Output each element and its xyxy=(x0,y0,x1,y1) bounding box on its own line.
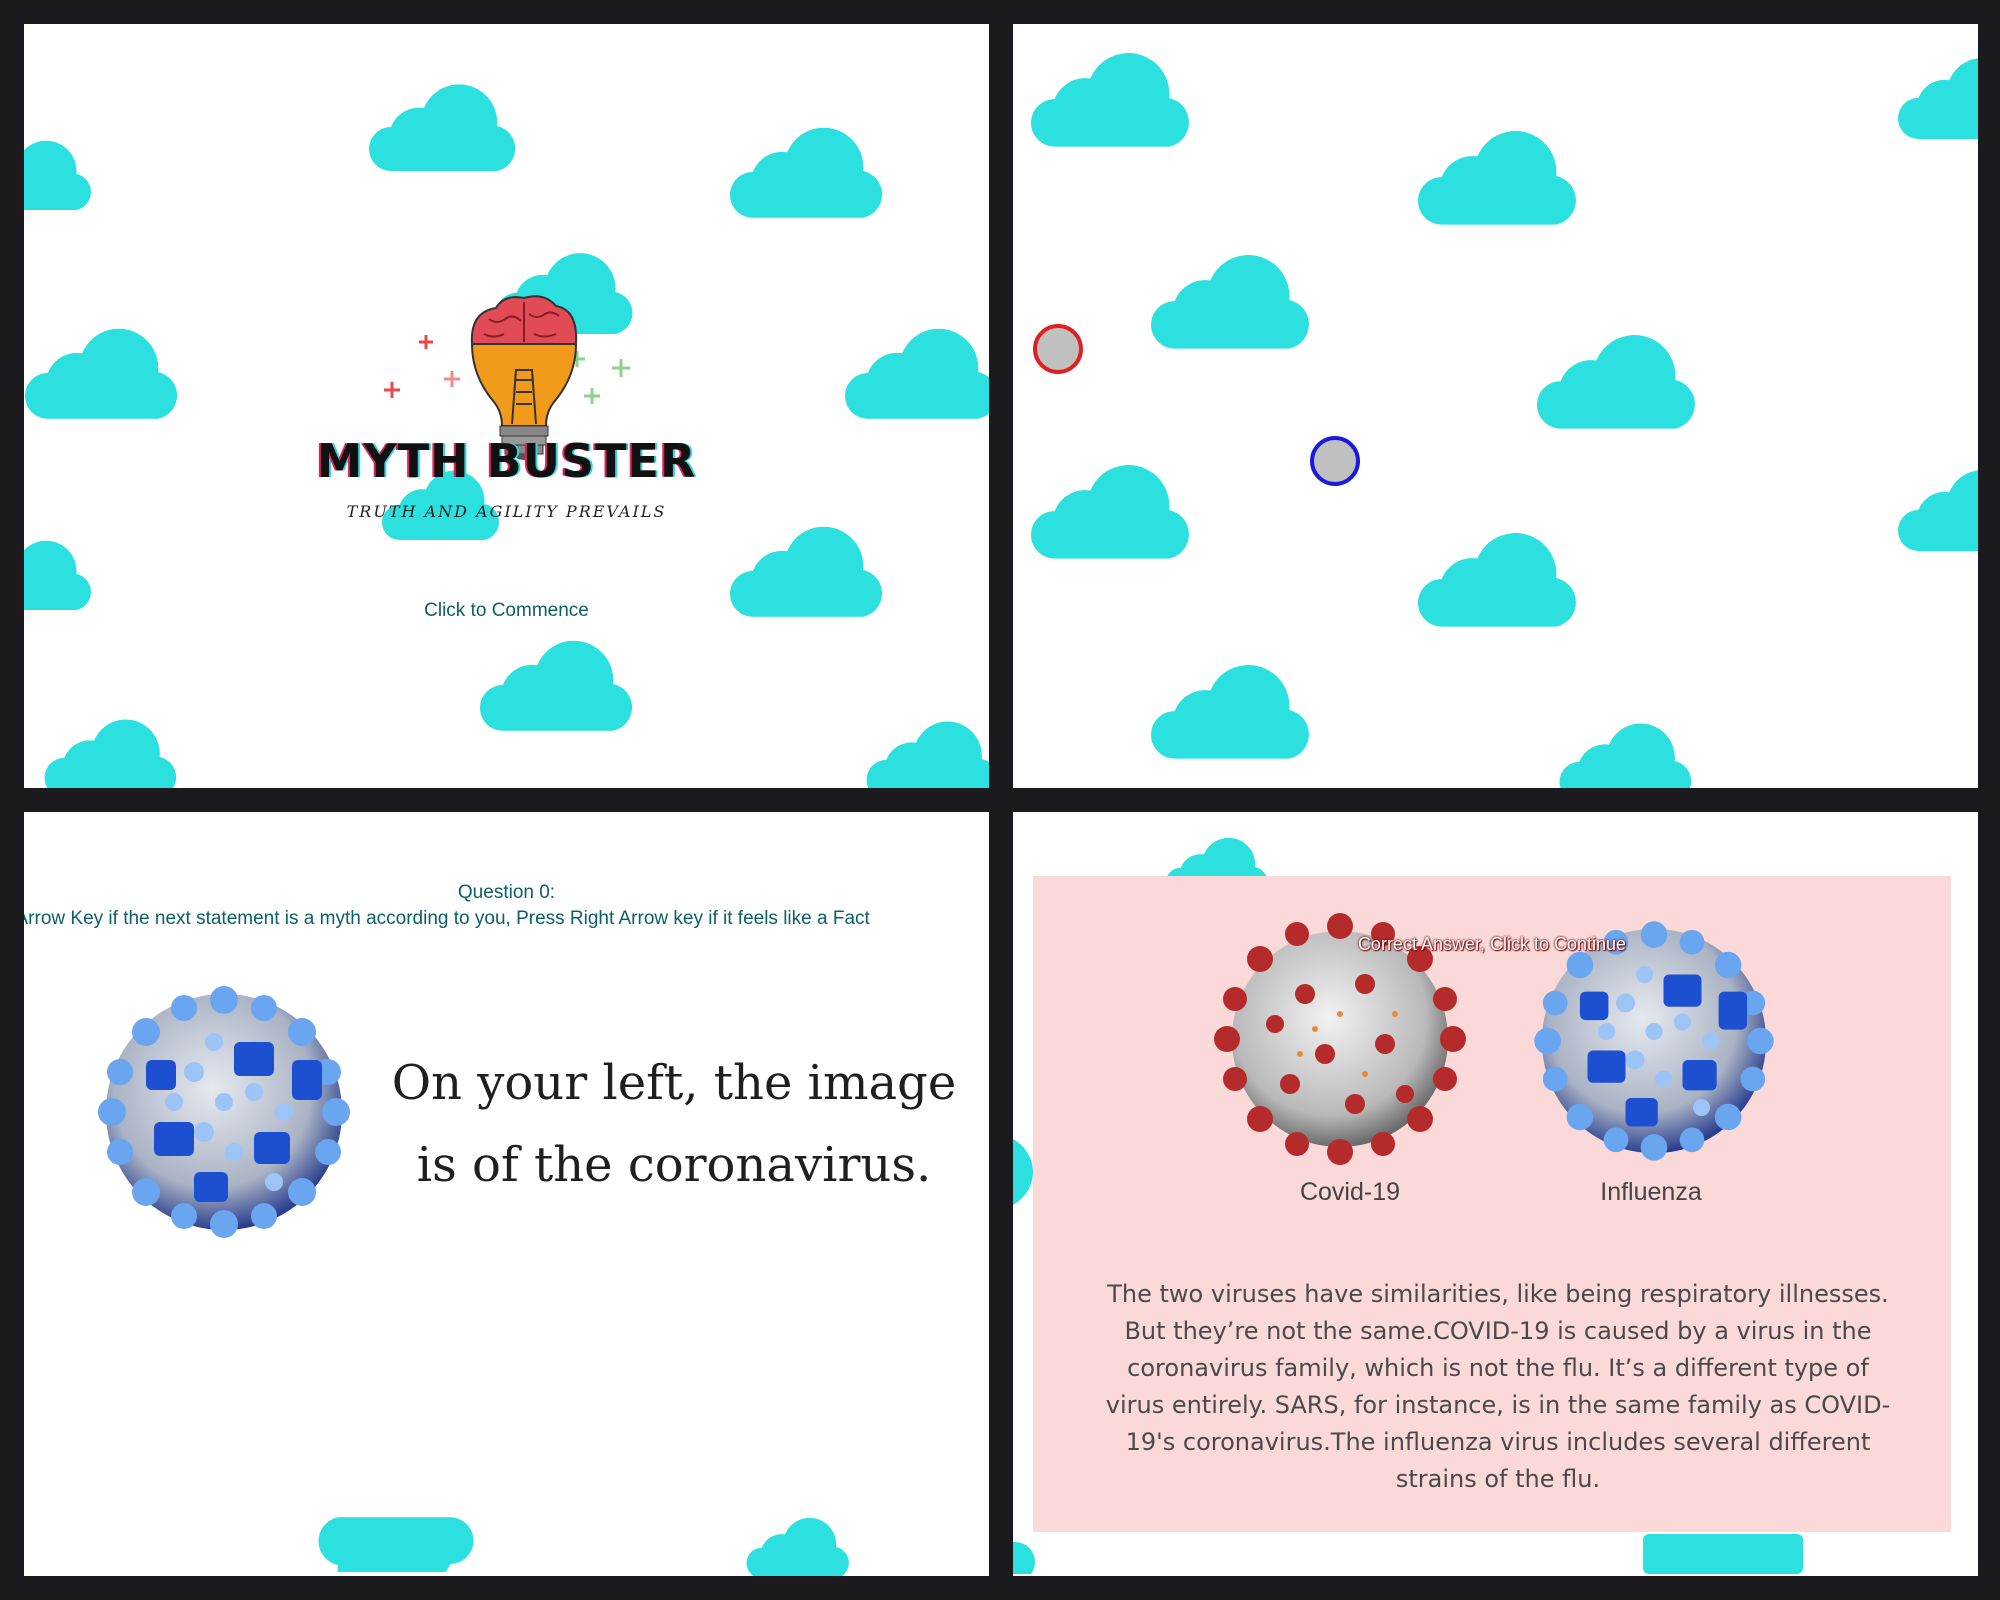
cloud-icon xyxy=(724,1512,874,1576)
question-statement: On your left, the image is of the corona… xyxy=(384,1042,964,1206)
covid-label: Covid-19 xyxy=(1299,1178,1401,1206)
cloud-icon xyxy=(1898,454,1978,564)
cloud-icon xyxy=(1031,456,1193,564)
question-number: Question 0: xyxy=(457,882,556,903)
commence-link[interactable]: Click to Commence xyxy=(24,600,989,622)
cloud-icon xyxy=(42,712,182,788)
cloud-icon xyxy=(844,320,989,424)
cloud-icon xyxy=(1151,656,1313,764)
cloud-icon xyxy=(1418,122,1580,230)
game-title: MYTH BUSTER xyxy=(316,434,697,488)
question-instruction: t Arrow Key if the next statement is a m… xyxy=(24,908,870,929)
influenza-virus-icon xyxy=(84,972,364,1252)
cloud-icon xyxy=(730,119,886,223)
cloud-icon xyxy=(479,632,637,736)
red-player-dot[interactable] xyxy=(1033,324,1083,374)
game-tagline: TRUTH AND AGILITY PREVAILS xyxy=(346,502,667,521)
cloud-icon xyxy=(314,1512,474,1572)
answer-screen-panel[interactable]: Correct Answer, Click to Continue Covid-… xyxy=(1013,812,1978,1576)
cloud-icon xyxy=(1898,42,1978,152)
cloud-icon xyxy=(1013,1536,1037,1574)
game-screen-panel[interactable] xyxy=(1013,24,1978,788)
cloud-icon xyxy=(1418,524,1580,632)
cloud-icon xyxy=(24,320,182,424)
cloud-icon xyxy=(24,124,94,224)
question-screen-panel[interactable]: Question 0: t Arrow Key if the next stat… xyxy=(24,812,989,1576)
influenza-label: Influenza xyxy=(1600,1178,1702,1206)
start-screen-panel[interactable]: MYTH BUSTER TRUTH AND AGILITY PREVAILS C… xyxy=(24,24,989,788)
cloud-icon xyxy=(1643,1534,1803,1574)
cloud-icon xyxy=(366,76,522,176)
statement-line: is of the coronavirus. xyxy=(416,1137,932,1193)
answer-explanation: The two viruses have similarities, like … xyxy=(1105,1280,1891,1493)
cloud-icon xyxy=(1151,246,1313,354)
statement-line: On your left, the image xyxy=(391,1055,957,1111)
cloud-icon xyxy=(1031,44,1193,152)
blue-player-dot[interactable] xyxy=(1310,436,1360,486)
cloud-icon xyxy=(1013,1132,1033,1212)
cloud-icon xyxy=(1557,716,1697,788)
cloud-icon xyxy=(864,714,989,788)
feedback-continue-link[interactable]: Correct Answer, Click to Continue xyxy=(1033,934,1951,955)
answer-feedback-box[interactable]: Correct Answer, Click to Continue Covid-… xyxy=(1033,876,1951,1532)
cloud-icon xyxy=(1537,326,1699,434)
